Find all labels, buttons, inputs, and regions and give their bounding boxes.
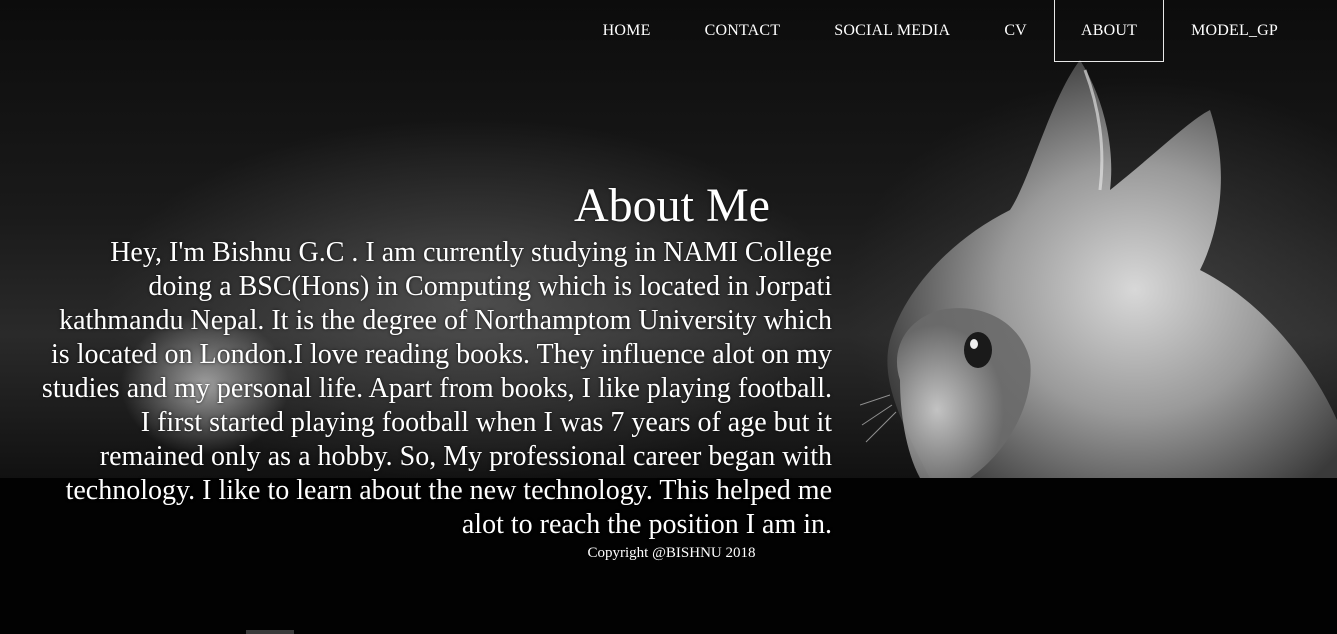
scrollbar-thumb[interactable] <box>246 630 294 634</box>
nav-social-media[interactable]: SOCIAL MEDIA <box>807 0 977 62</box>
cat-photo <box>860 60 1337 478</box>
nav-cv[interactable]: CV <box>977 0 1054 62</box>
footer-copyright: Copyright @BISHNU 2018 <box>587 545 756 561</box>
page-title: About Me <box>574 179 770 232</box>
nav-model-gp[interactable]: MODEL_GP <box>1164 0 1305 62</box>
main-nav: HOME CONTACT SOCIAL MEDIA CV ABOUT MODEL… <box>576 0 1305 62</box>
nav-about[interactable]: ABOUT <box>1053 0 1165 62</box>
nav-contact[interactable]: CONTACT <box>678 0 808 62</box>
nav-home[interactable]: HOME <box>576 0 678 62</box>
about-bio-text: Hey, I'm Bishnu G.C . I am currently stu… <box>41 237 832 540</box>
